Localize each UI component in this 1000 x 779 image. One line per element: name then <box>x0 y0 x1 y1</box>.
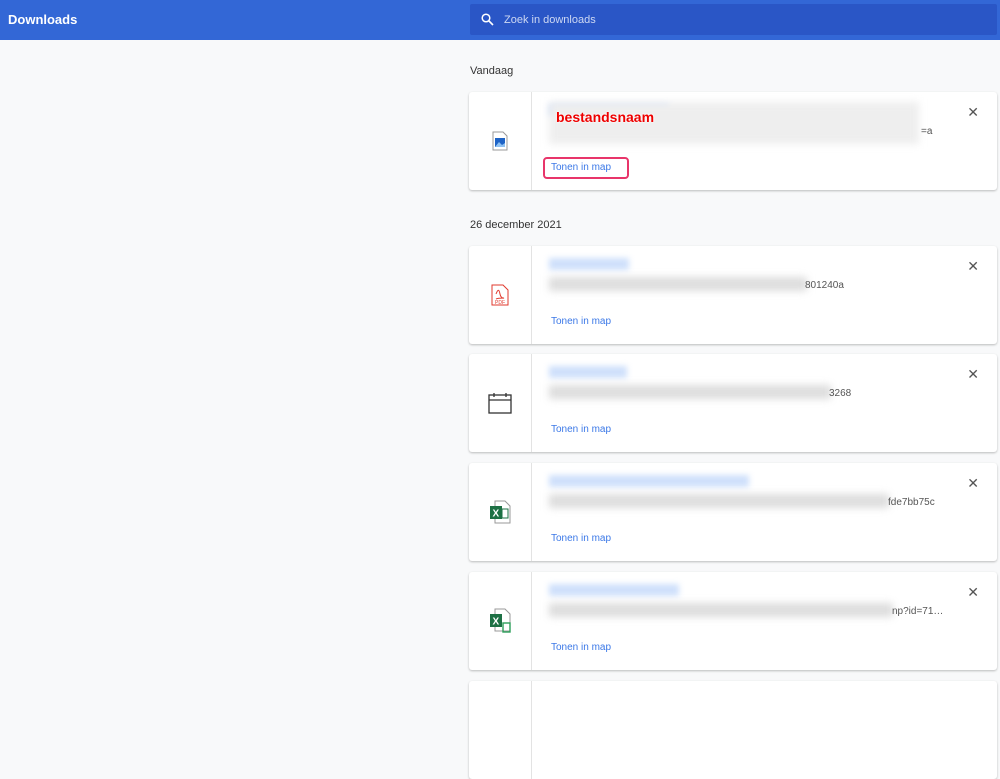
excel-file-icon: X <box>490 500 511 524</box>
file-name-redacted <box>549 258 629 270</box>
file-name-redacted <box>549 584 679 596</box>
download-item: 3268 Tonen in map ✕ <box>469 354 997 452</box>
file-url-redacted <box>549 603 893 617</box>
close-icon[interactable]: ✕ <box>967 475 979 492</box>
calendar-file-icon <box>488 393 512 414</box>
file-url-redacted <box>549 385 831 399</box>
download-item: bestandsnaam =a Tonen in map ✕ <box>469 92 997 190</box>
search-icon <box>481 13 494 26</box>
svg-text:PDF: PDF <box>495 300 505 306</box>
search-box[interactable] <box>470 4 997 35</box>
download-item: X fde7bb75c Tonen in map ✕ <box>469 463 997 561</box>
app-header: Downloads <box>0 0 1000 40</box>
close-icon[interactable]: ✕ <box>967 584 979 601</box>
show-in-folder-link[interactable]: Tonen in map <box>551 642 611 653</box>
close-icon[interactable]: ✕ <box>967 104 979 121</box>
search-input[interactable] <box>504 11 954 28</box>
image-file-icon <box>492 131 508 151</box>
close-icon[interactable]: ✕ <box>967 366 979 383</box>
download-item <box>469 681 997 779</box>
file-url-tail: =a <box>921 126 933 137</box>
file-url-redacted <box>549 277 807 291</box>
close-icon[interactable]: ✕ <box>967 258 979 275</box>
show-in-folder-link[interactable]: Tonen in map <box>551 162 611 173</box>
date-heading: 26 december 2021 <box>470 219 562 231</box>
svg-text:X: X <box>493 509 500 520</box>
file-url-redacted <box>549 494 889 508</box>
file-name-redacted <box>549 366 627 378</box>
file-icon-column <box>469 681 532 779</box>
file-url-tail: 3268 <box>829 388 852 399</box>
show-in-folder-link[interactable]: Tonen in map <box>551 533 611 544</box>
page-title: Downloads <box>8 12 78 27</box>
pdf-file-icon: PDF <box>491 284 509 306</box>
file-url-tail: fde7bb75c <box>888 497 935 508</box>
annotation-label: bestandsnaam <box>556 109 655 125</box>
excel-file-icon: X <box>490 608 511 633</box>
file-url-tail: np?id=71… <box>892 606 944 617</box>
show-in-folder-link[interactable]: Tonen in map <box>551 316 611 327</box>
date-heading: Vandaag <box>470 65 514 77</box>
download-item: X np?id=71… Tonen in map ✕ <box>469 572 997 670</box>
file-url-tail: 801240a <box>805 280 844 291</box>
show-in-folder-link[interactable]: Tonen in map <box>551 424 611 435</box>
file-name-redacted <box>549 475 749 487</box>
download-item: PDF 801240a Tonen in map ✕ <box>469 246 997 344</box>
svg-text:X: X <box>493 617 500 628</box>
